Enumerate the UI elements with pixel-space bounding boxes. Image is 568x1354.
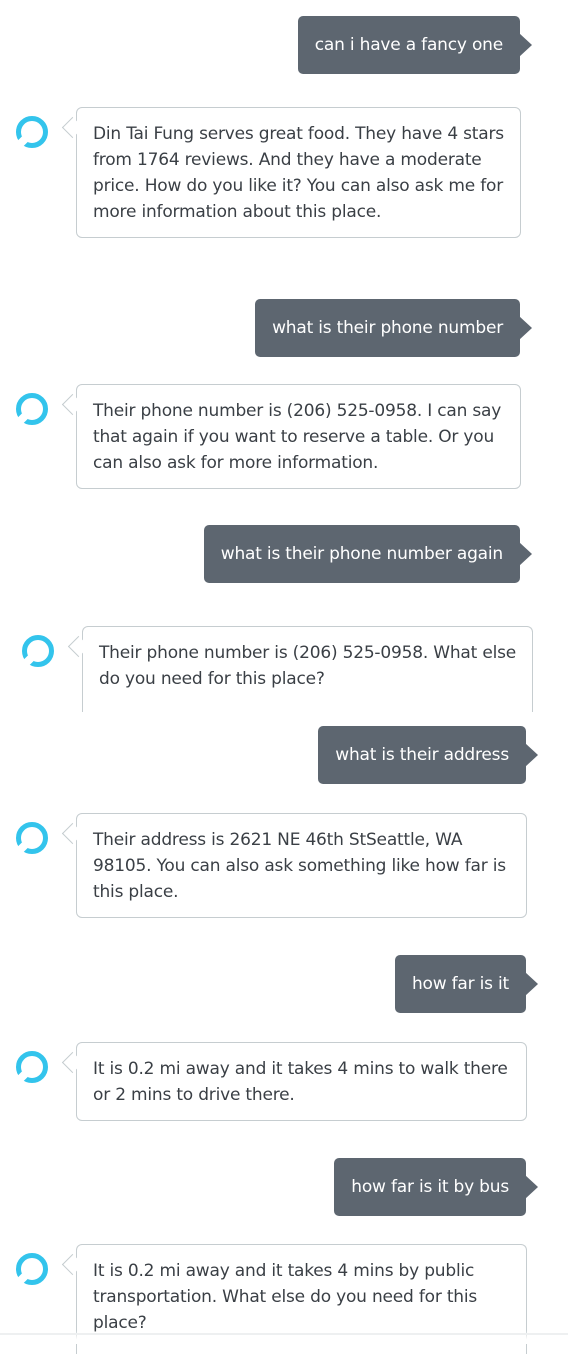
user-message: what is their address [318,726,538,784]
user-message: how far is it [394,955,539,1013]
assistant-message: Their address is 2621 NE 46th StSeattle,… [76,813,527,918]
alexa-ring-icon [16,116,48,148]
alexa-ring-icon [16,1253,48,1285]
bottom-divider [0,1333,568,1335]
user-message: what is their phone number [255,299,532,357]
alexa-ring-icon [16,393,48,425]
user-message: can i have a fancy one [297,16,533,74]
user-message: how far is it by bus [334,1158,538,1216]
alexa-ring-icon [16,1051,48,1083]
assistant-message: Din Tai Fung serves great food. They hav… [76,107,521,238]
assistant-message: It is 0.2 mi away and it takes 4 mins to… [76,1042,527,1121]
user-message: what is their phone number again [203,525,533,583]
assistant-message: Their phone number is (206) 525-0958. Wh… [82,626,533,712]
alexa-ring-icon [22,635,54,667]
assistant-message: Their phone number is (206) 525-0958. I … [76,384,521,489]
alexa-ring-icon [16,822,48,854]
